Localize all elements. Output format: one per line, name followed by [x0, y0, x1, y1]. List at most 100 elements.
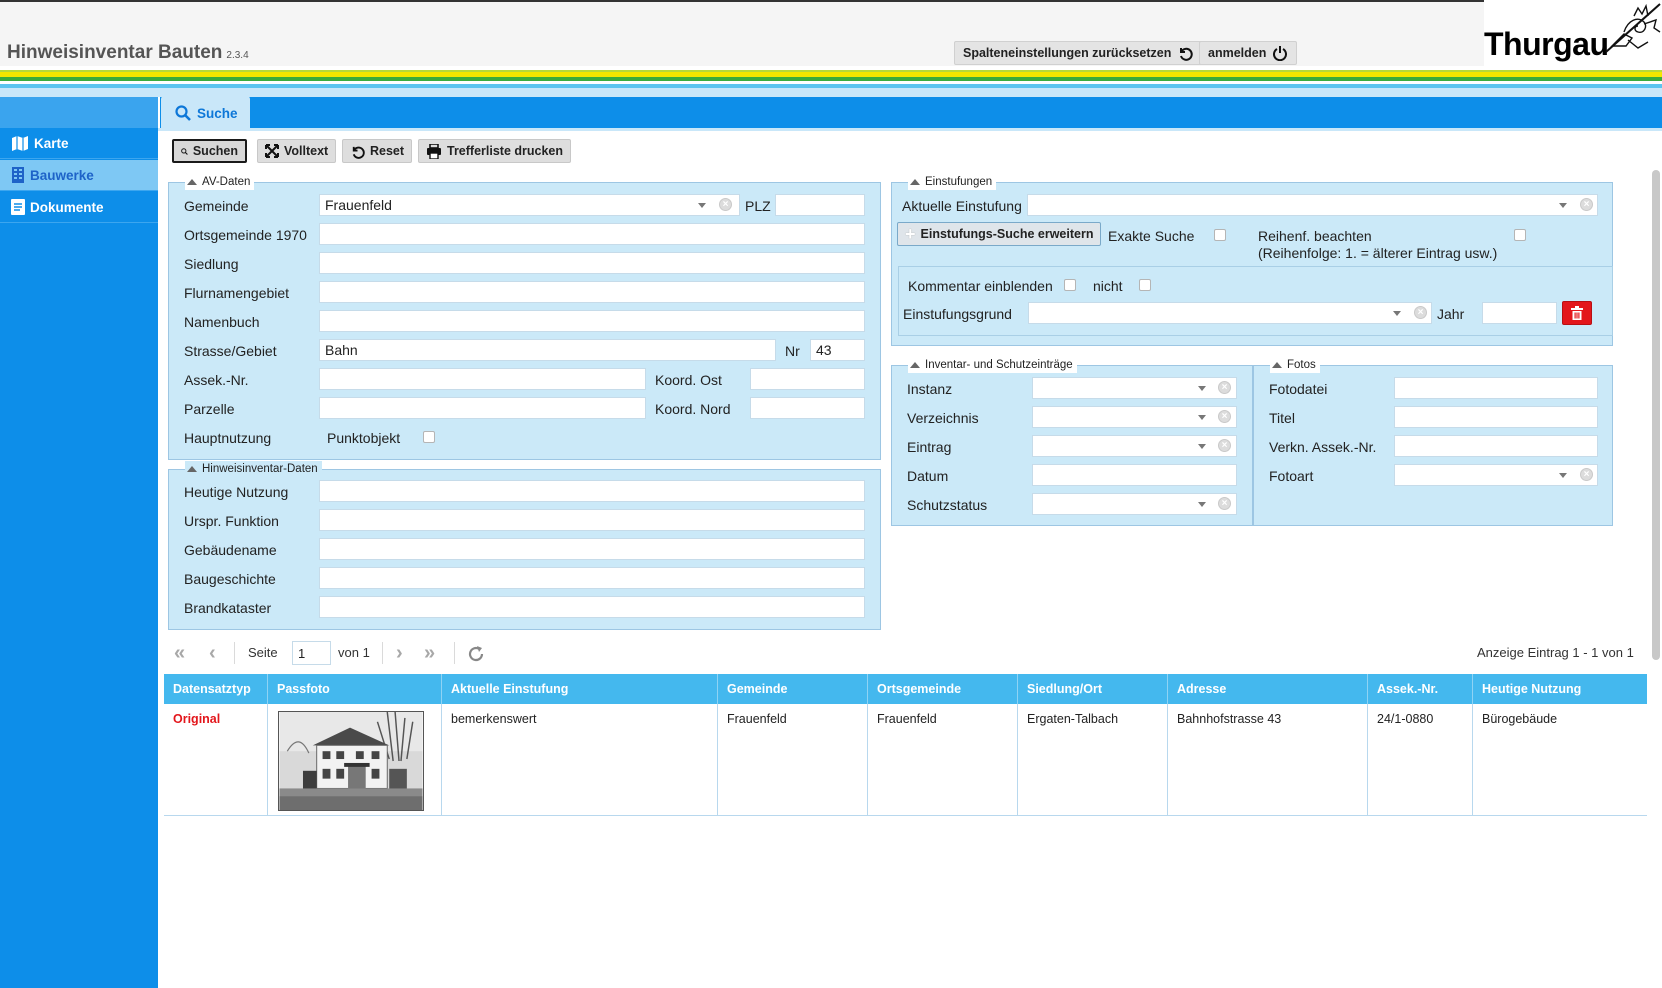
column-header-heutige-nutzung[interactable]: Heutige Nutzung [1473, 674, 1647, 704]
fotoart-combo[interactable] [1394, 464, 1598, 486]
column-header-ortsgemeinde[interactable]: Ortsgemeinde [868, 674, 1018, 704]
sidebar-item-bauwerke[interactable]: Bauwerke [0, 160, 158, 191]
urspr-funktion-input[interactable] [319, 509, 865, 531]
einstufungsgrund-label: Einstufungsgrund [903, 306, 1012, 322]
next-page-icon[interactable]: › [396, 642, 403, 665]
refresh-icon[interactable] [467, 645, 485, 663]
reset-button[interactable]: Reset [342, 139, 413, 163]
sidebar-item-label: Karte [34, 135, 69, 151]
cell-adresse: Bahnhofstrasse 43 [1168, 704, 1368, 816]
page-input[interactable] [292, 641, 331, 665]
nr-input[interactable] [810, 339, 865, 361]
clear-icon[interactable]: × [719, 198, 732, 211]
ortsgemeinde-input[interactable] [319, 223, 865, 245]
clear-icon[interactable]: × [1218, 381, 1231, 394]
instanz-combo[interactable] [1032, 377, 1237, 399]
verkn-assek-input[interactable] [1394, 435, 1598, 457]
print-results-button[interactable]: Trefferliste drucken [418, 139, 572, 163]
fotos-legend[interactable]: Fotos [1270, 357, 1320, 373]
legend-label: Einstufungen [925, 176, 993, 188]
vertical-scrollbar[interactable] [1652, 170, 1660, 660]
av-daten-legend[interactable]: AV-Daten [185, 174, 255, 190]
eintrag-combo[interactable] [1032, 435, 1237, 457]
clear-icon[interactable]: × [1218, 439, 1231, 452]
assek-input[interactable] [319, 368, 646, 390]
datum-input[interactable] [1032, 464, 1237, 486]
jahr-input[interactable] [1482, 302, 1557, 324]
clear-icon[interactable]: × [1580, 198, 1593, 211]
dropdown-arrow-icon[interactable] [1559, 473, 1567, 478]
heutige-nutzung-input[interactable] [319, 480, 865, 502]
seite-label: Seite [248, 645, 278, 660]
column-header-gemeinde[interactable]: Gemeinde [718, 674, 868, 704]
column-header-aktuelle-einstufung[interactable]: Aktuelle Einstufung [442, 674, 718, 704]
namenbuch-input[interactable] [319, 310, 865, 332]
koord-nord-input[interactable] [750, 397, 865, 419]
column-header-siedlung[interactable]: Siedlung/Ort [1018, 674, 1168, 704]
einstufungsgrund-combo[interactable] [1028, 302, 1432, 324]
brandkataster-input[interactable] [319, 596, 865, 618]
kommentar-checkbox[interactable] [1064, 279, 1076, 291]
exakte-suche-checkbox[interactable] [1214, 229, 1226, 241]
schutzstatus-label: Schutzstatus [907, 497, 988, 513]
house-photo[interactable] [278, 711, 424, 811]
reset-columns-button[interactable]: Spalteneinstellungen zurücksetzen [954, 41, 1203, 65]
pager-separator [382, 642, 383, 664]
nicht-checkbox[interactable] [1139, 279, 1151, 291]
dropdown-arrow-icon[interactable] [1559, 203, 1567, 208]
flurnamengebiet-input[interactable] [319, 281, 865, 303]
dropdown-arrow-icon[interactable] [1198, 386, 1206, 391]
search-button[interactable]: Suchen [172, 139, 247, 163]
column-header-passfoto[interactable]: Passfoto [268, 674, 442, 704]
gebaeudename-input[interactable] [319, 538, 865, 560]
reihenfolge-hint: (Reihenfolge: 1. = älterer Eintrag usw.) [1258, 245, 1498, 261]
koord-ost-input[interactable] [750, 368, 865, 390]
reihenfolge-checkbox[interactable] [1514, 229, 1526, 241]
sidebar-item-dokumente[interactable]: Dokumente [0, 192, 158, 223]
punktobjekt-checkbox[interactable] [423, 431, 435, 443]
fotodatei-input[interactable] [1394, 377, 1598, 399]
strasse-input[interactable] [319, 339, 776, 361]
clear-icon[interactable]: × [1414, 306, 1427, 319]
plz-label: PLZ [745, 198, 771, 214]
baugeschichte-input[interactable] [319, 567, 865, 589]
first-page-icon[interactable]: « [174, 642, 185, 665]
siedlung-input[interactable] [319, 252, 865, 274]
parzelle-input[interactable] [319, 397, 646, 419]
dropdown-arrow-icon[interactable] [1198, 502, 1206, 507]
dropdown-arrow-icon[interactable] [698, 203, 706, 208]
clear-icon[interactable]: × [1218, 497, 1231, 510]
prev-page-icon[interactable]: ‹ [209, 642, 216, 665]
last-page-icon[interactable]: » [424, 642, 435, 665]
sidebar-item-karte[interactable]: Karte [0, 128, 158, 159]
dropdown-arrow-icon[interactable] [1198, 415, 1206, 420]
delete-button[interactable] [1562, 301, 1592, 325]
collapse-icon [910, 179, 920, 185]
gemeinde-combo[interactable]: Frauenfeld [319, 194, 740, 216]
titel-input[interactable] [1394, 406, 1598, 428]
login-button[interactable]: anmelden [1199, 41, 1298, 65]
column-header-assek[interactable]: Assek.-Nr. [1368, 674, 1473, 704]
aktuelle-einstufung-combo[interactable] [1027, 194, 1598, 216]
cell-einstufung: bemerkenswert [442, 704, 718, 816]
plus-icon: + [905, 224, 916, 244]
hinweis-daten-legend[interactable]: Hinweisinventar-Daten [185, 461, 322, 477]
inventar-legend[interactable]: Inventar- und Schutzeinträge [908, 357, 1077, 373]
einstufungen-legend[interactable]: Einstufungen [908, 174, 997, 190]
plz-input[interactable] [775, 194, 865, 216]
gebaeudename-label: Gebäudename [184, 542, 277, 558]
column-header-adresse[interactable]: Adresse [1168, 674, 1368, 704]
schutzstatus-combo[interactable] [1032, 493, 1237, 515]
dropdown-arrow-icon[interactable] [1198, 444, 1206, 449]
column-header-datensatztyp[interactable]: Datensatztyp [164, 674, 268, 704]
eintrag-label: Eintrag [907, 439, 952, 455]
clear-icon[interactable]: × [1580, 468, 1593, 481]
einstufung-erweitern-button[interactable]: + Einstufungs-Suche erweitern [897, 222, 1102, 246]
verzeichnis-combo[interactable] [1032, 406, 1237, 428]
fulltext-button[interactable]: Volltext [257, 139, 337, 163]
sidebar-item-label: Bauwerke [30, 167, 94, 183]
clear-icon[interactable]: × [1218, 410, 1231, 423]
tab-suche[interactable]: Suche [161, 96, 250, 130]
lion-crest-icon [1605, 3, 1661, 53]
dropdown-arrow-icon[interactable] [1393, 311, 1401, 316]
